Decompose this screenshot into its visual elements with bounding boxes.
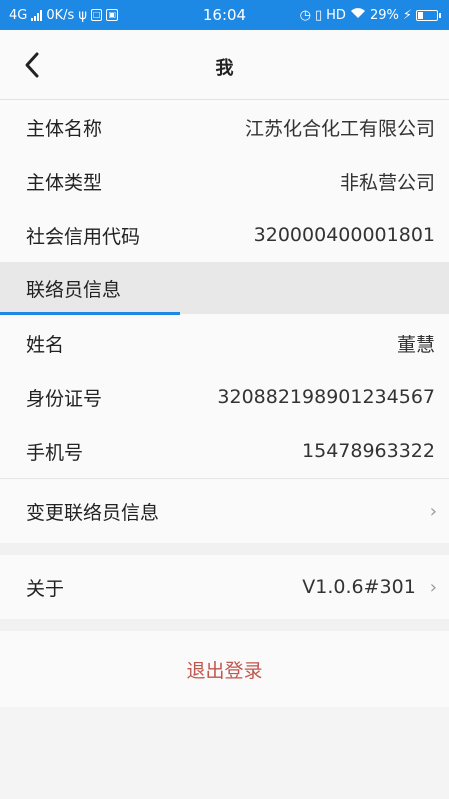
notification-icon: ▣	[106, 9, 119, 21]
contact-name-row: 姓名 董慧	[0, 316, 449, 370]
status-bar: 4G 0K/s ψ □ ▣ 16:04 ◷ ▯ HD 29% ⚡	[0, 0, 449, 30]
status-left: 4G 0K/s ψ □ ▣	[9, 7, 119, 23]
section-gap	[0, 619, 449, 631]
row-label: 姓名	[26, 333, 65, 356]
wifi-icon	[350, 7, 366, 23]
entity-section: 主体名称 江苏化合化工有限公司 主体类型 非私营公司 社会信用代码 320000…	[0, 100, 449, 262]
about-label: 关于	[26, 577, 65, 600]
network-label: 4G	[9, 7, 28, 23]
row-value: 320000400001801	[253, 224, 435, 246]
row-label: 社会信用代码	[26, 225, 141, 248]
usb-icon: ψ	[78, 7, 87, 23]
network-speed: 0K/s	[46, 7, 75, 23]
section-title: 联络员信息	[26, 278, 122, 301]
row-label: 手机号	[26, 441, 84, 464]
row-label: 身份证号	[26, 387, 103, 410]
nav-bar: 我	[0, 30, 449, 100]
row-value: 非私营公司	[339, 171, 435, 194]
status-right: ◷ ▯ HD 29% ⚡	[300, 7, 441, 23]
about-button[interactable]: 关于 V1.0.6#301 ›	[0, 555, 449, 619]
section-gap	[0, 543, 449, 555]
change-contact-button[interactable]: 变更联络员信息 ›	[0, 479, 449, 543]
contact-section: 姓名 董慧 身份证号 320882198901234567 手机号 154789…	[0, 314, 449, 478]
battery-icon	[416, 9, 441, 21]
contact-section-header: 联络员信息	[0, 262, 449, 315]
entity-name-row: 主体名称 江苏化合化工有限公司	[0, 100, 449, 154]
row-value: 江苏化合化工有限公司	[244, 117, 435, 140]
logout-label: 退出登录	[186, 659, 263, 682]
vibrate-icon: ▯	[315, 7, 323, 23]
chevron-right-icon: ›	[429, 500, 437, 522]
charging-icon: ⚡	[402, 7, 412, 23]
battery-percent: 29%	[369, 7, 399, 23]
signal-icon	[31, 9, 43, 21]
header-underline	[0, 312, 180, 315]
id-number-row: 身份证号 320882198901234567	[0, 370, 449, 424]
row-value: 董慧	[396, 333, 435, 356]
page-title: 我	[215, 58, 234, 79]
version-value: V1.0.6#301	[302, 576, 416, 598]
change-contact-label: 变更联络员信息	[26, 501, 160, 524]
row-label: 主体类型	[26, 171, 103, 194]
row-value: 15478963322	[302, 440, 435, 462]
row-label: 主体名称	[26, 117, 103, 140]
phone-row: 手机号 15478963322	[0, 424, 449, 478]
entity-type-row: 主体类型 非私营公司	[0, 154, 449, 208]
chevron-right-icon: ›	[429, 576, 437, 598]
hd-label: HD	[326, 7, 346, 23]
credit-code-row: 社会信用代码 320000400001801	[0, 208, 449, 262]
volte-icon: □	[90, 9, 103, 21]
row-value: 320882198901234567	[217, 386, 435, 408]
alarm-icon: ◷	[299, 7, 311, 23]
logout-button[interactable]: 退出登录	[0, 631, 449, 707]
